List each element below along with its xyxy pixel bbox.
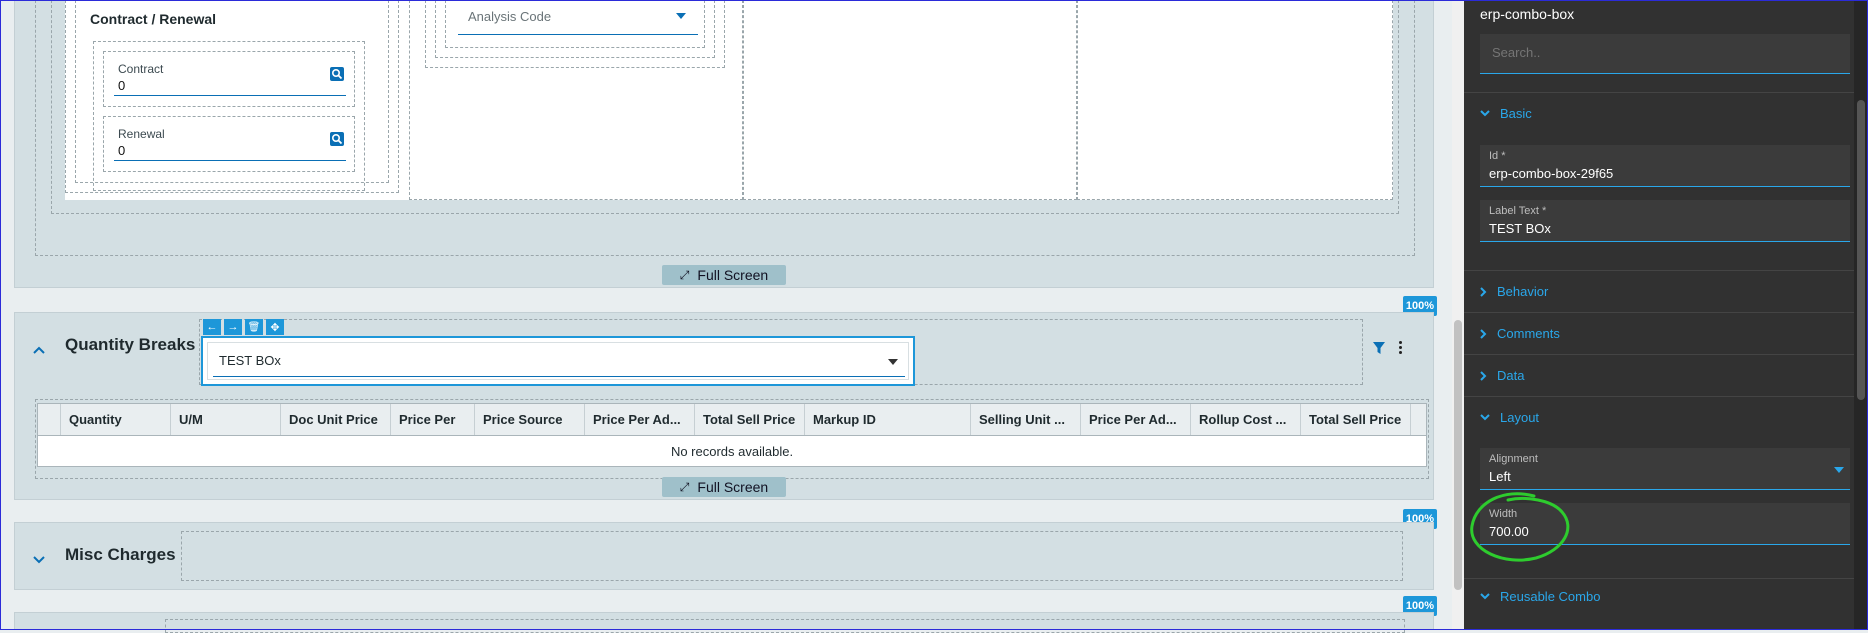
expand-icon: ⤢ [679,267,690,282]
alignment-field[interactable]: Alignment Left [1480,448,1850,490]
combo-toolbar: ← → 🗑 ✥ [203,319,284,335]
top-section: Contract / Renewal Contract 0 Renewal 0 … [14,0,1434,288]
section-data[interactable]: Data [1480,368,1524,383]
filter-icon[interactable] [1373,341,1385,359]
contract-value[interactable]: 0 [118,78,125,93]
grid-column-header[interactable]: Price Per Ad... [585,404,695,435]
grid-column-header[interactable]: Selling Unit ... [971,404,1081,435]
quantity-breaks-grid[interactable]: Quantity U/M Doc Unit Price Price Per Price … [37,403,1427,467]
misc-charges-title: Misc Charges [65,545,176,564]
search-input[interactable] [1480,34,1850,74]
grid-column-header[interactable]: Markup ID [805,404,971,435]
grid-column-header[interactable]: Price Per [391,404,475,435]
label-text-label: Label Text * [1489,205,1547,217]
more-options-icon[interactable] [1399,341,1402,354]
grid-column-header[interactable]: Rollup Cost ... [1191,404,1301,435]
section-behavior-label: Behavior [1497,284,1549,299]
move-left-icon[interactable]: ← [203,319,221,335]
lookup-icon[interactable] [330,67,344,86]
chevron-down-icon [1480,110,1490,117]
grid-header: Quantity U/M Doc Unit Price Price Per Price … [38,404,1426,436]
section-comments[interactable]: Comments [1480,326,1560,341]
analysis-code-placeholder: Analysis Code [468,9,552,24]
contract-field[interactable]: Contract 0 [103,51,355,107]
lookup-icon[interactable] [330,132,344,151]
full-screen-label: Full Screen [697,479,769,495]
component-name: erp-combo-box [1480,6,1575,22]
drag-handle-icon[interactable]: ✥ [266,319,284,335]
test-box-combo-value: TEST BOx [219,353,281,368]
full-screen-label: Full Screen [697,267,769,283]
chevron-down-icon [1480,414,1490,421]
section-layout[interactable]: Layout [1480,410,1539,425]
section-reusable-combo-label: Reusable Combo [1500,589,1601,604]
chevron-right-icon [1480,286,1487,297]
contract-label: Contract [118,62,164,76]
canvas-scrollbar[interactable] [1452,0,1464,630]
chevron-right-icon [1480,370,1487,381]
renewal-field[interactable]: Renewal 0 [103,116,355,172]
search-field[interactable] [1490,44,1834,61]
id-label: Id * [1489,150,1506,162]
misc-charges-section: Misc Charges [14,522,1434,590]
id-value[interactable]: erp-combo-box-29f65 [1489,166,1613,181]
empty-message: No records available. [670,444,794,459]
grid-column-header[interactable]: Total Sell Price [1301,404,1411,435]
highlight-circle-annotation [1470,492,1570,562]
label-text-value[interactable]: TEST BOx [1489,221,1551,236]
properties-panel: erp-combo-box Basic Id * erp-combo-box-2… [1464,0,1868,630]
chevron-up-icon[interactable] [33,341,45,359]
renewal-label: Renewal [118,127,165,141]
section-layout-label: Layout [1500,410,1540,425]
panel-scrollbar[interactable] [1854,0,1868,630]
bottom-section [14,612,1434,633]
chevron-down-icon[interactable] [888,359,898,365]
grid-column-header[interactable]: Doc Unit Price [281,404,391,435]
section-data-label: Data [1497,368,1525,383]
section-comments-label: Comments [1497,326,1560,341]
full-screen-button[interactable]: ⤢ Full Screen [662,265,786,285]
expand-icon: ⤢ [679,479,690,494]
label-text-field[interactable]: Label Text * TEST BOx [1480,200,1850,242]
chevron-down-icon[interactable] [676,13,686,19]
chevron-right-icon [1480,328,1487,339]
renewal-value[interactable]: 0 [118,143,125,158]
designer-canvas: Contract / Renewal Contract 0 Renewal 0 … [0,0,1460,633]
quantity-breaks-title: Quantity Breaks [65,335,196,354]
section-behavior[interactable]: Behavior [1480,284,1548,299]
delete-icon[interactable]: 🗑 [245,319,263,335]
alignment-label: Alignment [1489,453,1538,465]
section-reusable-combo[interactable]: Reusable Combo [1480,589,1600,604]
quantity-breaks-section: Quantity Breaks ← → 🗑 ✥ TEST BOx Quantit… [14,312,1434,500]
analysis-code-combo[interactable]: Analysis Code [458,1,698,35]
alignment-value[interactable]: Left [1489,469,1511,484]
chevron-down-icon[interactable] [33,551,45,569]
chevron-down-icon[interactable] [1834,467,1844,473]
grid-column-header[interactable]: Total Sell Price [695,404,805,435]
id-field[interactable]: Id * erp-combo-box-29f65 [1480,145,1850,187]
grid-column-header[interactable]: Price Per Ad... [1081,404,1191,435]
move-right-icon[interactable]: → [224,319,242,335]
grid-column-header[interactable]: Price Source [475,404,585,435]
test-box-combo[interactable]: TEST BOx [201,336,915,386]
contract-renewal-title: Contract / Renewal [90,11,217,27]
grid-column-header[interactable]: Quantity [61,404,171,435]
grid-header-row: Quantity U/M Doc Unit Price Price Per Price … [61,404,1426,435]
section-basic[interactable]: Basic [1480,106,1532,121]
grid-column-header[interactable]: U/M [171,404,281,435]
chevron-down-icon [1480,593,1490,600]
section-basic-label: Basic [1500,106,1532,121]
full-screen-button[interactable]: ⤢ Full Screen [662,477,786,497]
